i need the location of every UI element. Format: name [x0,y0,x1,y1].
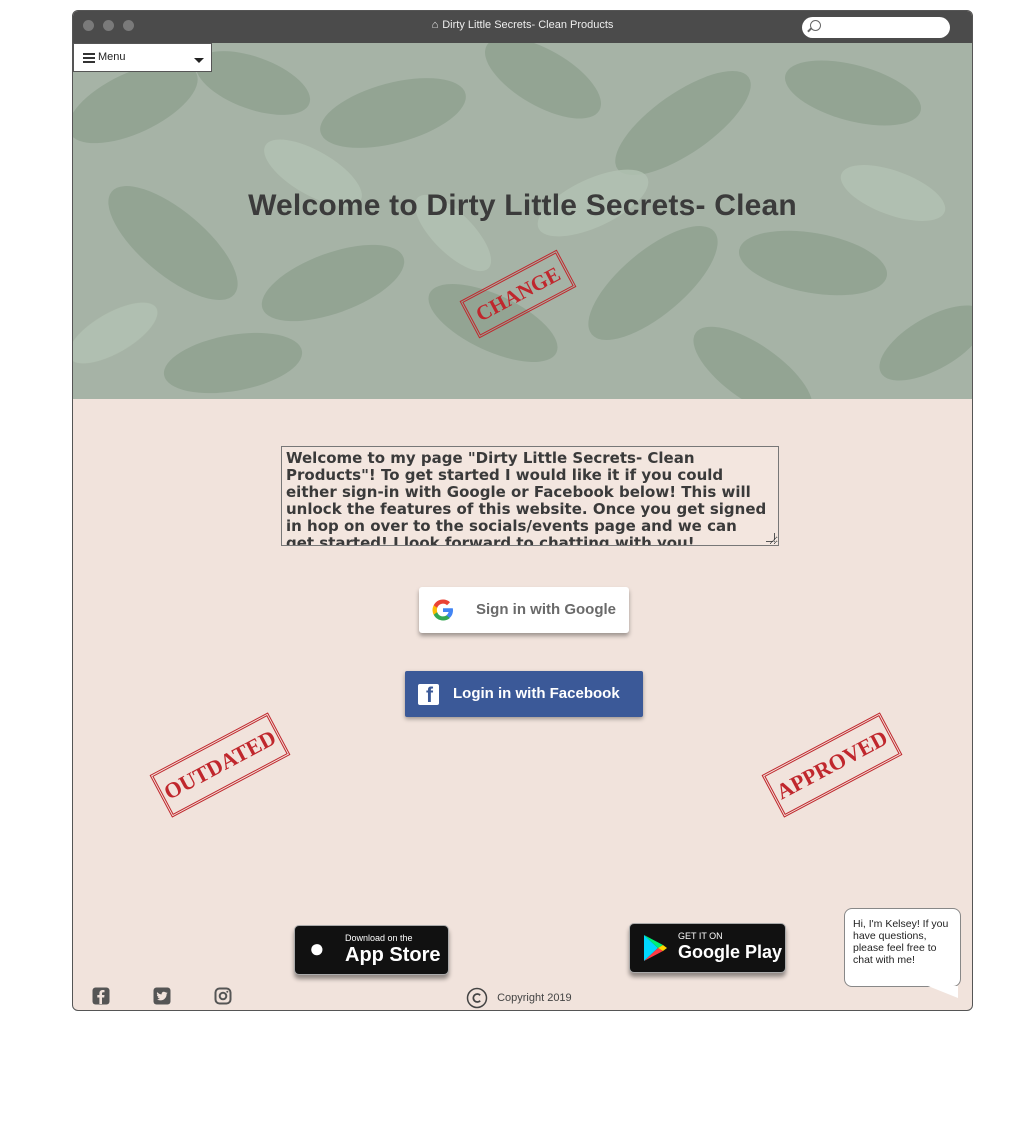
google-play-icon [644,935,667,961]
facebook-social-icon[interactable] [92,987,110,1005]
browser-window: ⌂ Dirty Little Secrets- Clean Products W… [72,10,973,1011]
welcome-text: Welcome to my page "Dirty Little Secrets… [286,449,767,546]
twitter-social-icon[interactable] [153,987,171,1005]
copyright-icon [466,987,488,1009]
app-store-big-text: App Store [345,944,441,966]
copyright-text: Copyright 2019 [497,992,572,1004]
menu-dropdown[interactable]: Menu [73,43,212,72]
app-store-badge[interactable]: ● Download on the App Store [294,925,449,975]
menu-label: Menu [98,51,126,63]
outdated-stamp: OUTDATED [149,712,291,818]
chat-bubble-tail [928,986,958,998]
apple-icon: ● [309,933,325,963]
facebook-logo-icon: f [418,684,439,707]
chat-bubble[interactable]: Hi, I'm Kelsey! If you have questions, p… [844,908,961,998]
app-store-small-text: Download on the [345,933,413,943]
hero-heading: Welcome to Dirty Little Secrets- Clean [248,189,797,222]
resize-grip-icon[interactable] [766,533,775,542]
google-play-small-text: GET IT ON [678,931,723,941]
approved-stamp: APPROVED [761,712,903,818]
hamburger-icon [83,53,95,63]
title-bar: ⌂ Dirty Little Secrets- Clean Products [73,11,972,43]
copyright-notice: Copyright 2019 [466,987,572,1009]
search-icon [810,20,821,31]
welcome-textarea[interactable]: Welcome to my page "Dirty Little Secrets… [281,446,779,546]
chevron-down-icon [194,58,204,63]
instagram-social-icon[interactable] [214,987,232,1005]
google-sign-in-button[interactable]: Sign in with Google [419,587,629,633]
window-title-text: Dirty Little Secrets- Clean Products [442,19,614,31]
facebook-login-label: Login in with Facebook [453,685,620,702]
home-icon: ⌂ [431,19,439,31]
google-sign-in-label: Sign in with Google [476,601,616,618]
google-play-big-text: Google Play [678,942,783,962]
chat-bubble-text: Hi, I'm Kelsey! If you have questions, p… [853,918,949,966]
google-play-badge[interactable]: GET IT ON Google Play [629,923,786,973]
google-logo-icon [432,599,453,621]
facebook-login-button[interactable]: f Login in with Facebook [405,671,643,717]
search-box[interactable] [802,17,950,38]
hero-banner: Welcome to Dirty Little Secrets- Clean [73,43,972,399]
search-input[interactable] [826,19,948,37]
